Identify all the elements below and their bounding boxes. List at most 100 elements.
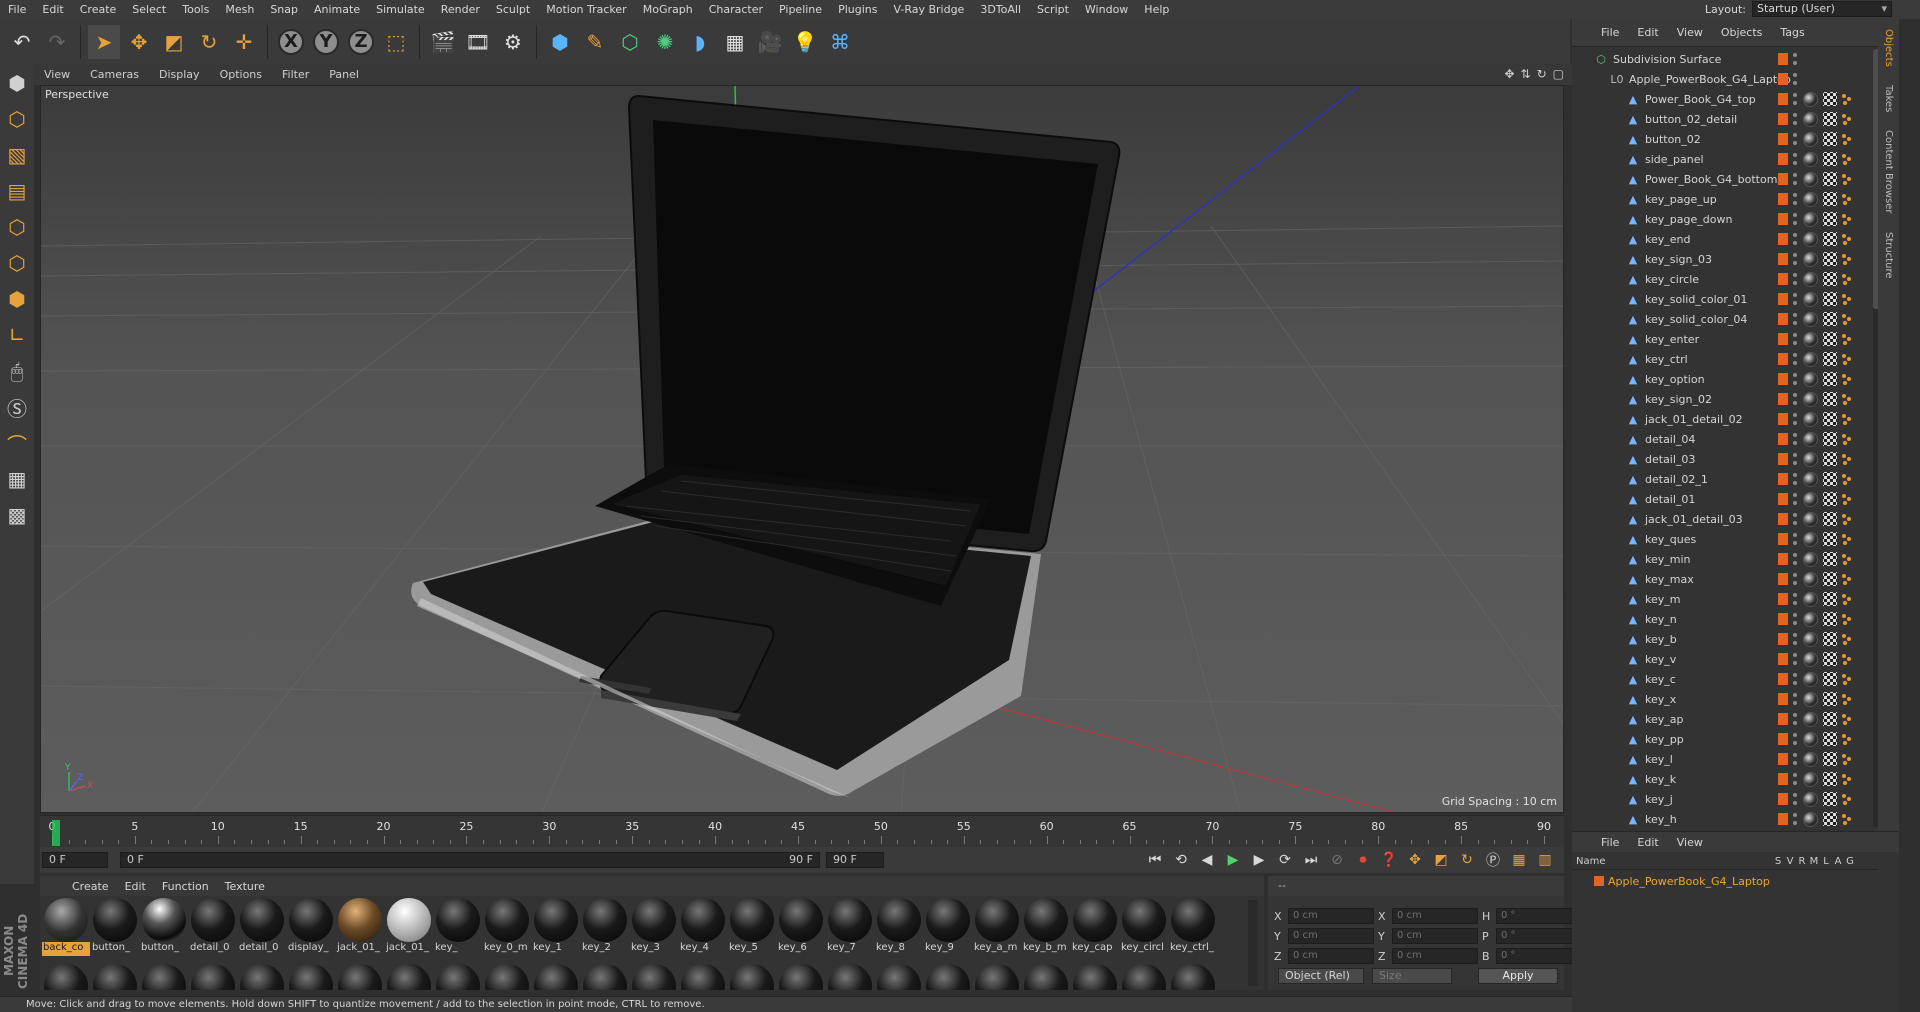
material-swatch[interactable]: key_8 bbox=[875, 898, 923, 958]
material-swatch[interactable] bbox=[189, 964, 237, 990]
material-tag-icon[interactable] bbox=[1803, 311, 1818, 327]
viewport-menu-cameras[interactable]: Cameras bbox=[80, 68, 149, 81]
timeline-ruler[interactable]: 051015202530354045505560657075808590 bbox=[40, 815, 1564, 847]
texture-tag-icon[interactable] bbox=[1823, 512, 1837, 526]
material-tag-icon[interactable] bbox=[1803, 391, 1818, 407]
selection-tag-icon[interactable] bbox=[1842, 333, 1852, 345]
material-menu-function[interactable]: Function bbox=[154, 880, 217, 893]
material-tag-icon[interactable] bbox=[1803, 271, 1818, 287]
rotate-tool-icon[interactable]: ↻ bbox=[193, 25, 225, 59]
preview-range-slider[interactable]: 0 F 90 F bbox=[120, 852, 820, 868]
visibility-dots[interactable] bbox=[1793, 413, 1798, 425]
magnet-icon[interactable]: ⌒ bbox=[2, 428, 32, 458]
visibility-dots[interactable] bbox=[1793, 273, 1798, 285]
tree-item-object[interactable]: ▲ key_sign_02 bbox=[1572, 389, 1899, 409]
texture-tag-icon[interactable] bbox=[1823, 172, 1837, 186]
material-tag-icon[interactable] bbox=[1803, 771, 1818, 787]
menu-mograph[interactable]: MoGraph bbox=[635, 3, 701, 16]
visibility-dots[interactable] bbox=[1793, 733, 1798, 745]
viewport-menu-filter[interactable]: Filter bbox=[272, 68, 319, 81]
python-icon[interactable]: ⌘ bbox=[824, 25, 856, 59]
pan-icon[interactable]: ✥ bbox=[1504, 67, 1514, 81]
menu-character[interactable]: Character bbox=[701, 3, 771, 16]
menu-window[interactable]: Window bbox=[1077, 3, 1136, 16]
texture-tag-icon[interactable] bbox=[1823, 252, 1837, 266]
visibility-dots[interactable] bbox=[1793, 573, 1798, 585]
coordinate-field[interactable]: 0 ° bbox=[1496, 908, 1582, 924]
selection-tag-icon[interactable] bbox=[1842, 633, 1852, 645]
material-tag-icon[interactable] bbox=[1803, 251, 1818, 267]
menu-render[interactable]: Render bbox=[433, 3, 488, 16]
key-parameter-icon[interactable]: Ⓟ bbox=[1480, 849, 1506, 871]
menu-simulate[interactable]: Simulate bbox=[368, 3, 433, 16]
visibility-dots[interactable] bbox=[1793, 253, 1798, 265]
visibility-dots[interactable] bbox=[1793, 353, 1798, 365]
coordinate-field[interactable]: 0 cm bbox=[1392, 928, 1478, 944]
menu-animate[interactable]: Animate bbox=[306, 3, 368, 16]
tree-item-object[interactable]: ▲ key_x bbox=[1572, 689, 1899, 709]
texture-tag-icon[interactable] bbox=[1823, 192, 1837, 206]
selection-tag-icon[interactable] bbox=[1842, 113, 1852, 125]
selection-tag-icon[interactable] bbox=[1842, 393, 1852, 405]
visibility-dots[interactable] bbox=[1793, 673, 1798, 685]
visibility-dots[interactable] bbox=[1793, 633, 1798, 645]
coordinate-field[interactable]: 0 cm bbox=[1288, 928, 1374, 944]
selection-tag-icon[interactable] bbox=[1842, 413, 1852, 425]
selection-tag-icon[interactable] bbox=[1842, 813, 1852, 825]
record-off-icon[interactable]: ⊘ bbox=[1324, 849, 1350, 871]
selection-tag-icon[interactable] bbox=[1842, 693, 1852, 705]
om-menu-edit[interactable]: Edit bbox=[1628, 26, 1667, 39]
texture-tag-icon[interactable] bbox=[1823, 632, 1837, 646]
material-swatch[interactable] bbox=[91, 964, 139, 990]
material-swatch[interactable] bbox=[336, 964, 384, 990]
maximize-view-icon[interactable]: ▢ bbox=[1553, 67, 1564, 81]
selection-tag-icon[interactable] bbox=[1842, 793, 1852, 805]
visibility-dots[interactable] bbox=[1793, 393, 1798, 405]
tree-item-object[interactable]: ▲ key_h bbox=[1572, 809, 1899, 829]
model-mode-icon[interactable]: ⬡ bbox=[2, 104, 32, 134]
texture-tag-icon[interactable] bbox=[1823, 592, 1837, 606]
texture-tag-icon[interactable] bbox=[1823, 412, 1837, 426]
tree-item-object[interactable]: ▲ key_page_down bbox=[1572, 209, 1899, 229]
selection-tag-icon[interactable] bbox=[1842, 773, 1852, 785]
om-menu-tags[interactable]: Tags bbox=[1771, 26, 1813, 39]
material-swatch[interactable]: detail_0 bbox=[189, 898, 237, 958]
selection-tag-icon[interactable] bbox=[1842, 373, 1852, 385]
material-tag-icon[interactable] bbox=[1803, 111, 1818, 127]
texture-tag-icon[interactable] bbox=[1823, 752, 1837, 766]
material-tag-icon[interactable] bbox=[1803, 491, 1818, 507]
menu-mesh[interactable]: Mesh bbox=[217, 3, 262, 16]
render-settings-icon[interactable]: ⚙ bbox=[497, 25, 529, 59]
tree-item-group[interactable]: L0 Apple_PowerBook_G4_Laptop bbox=[1572, 69, 1899, 89]
visibility-dots[interactable] bbox=[1793, 173, 1798, 185]
tree-item-object[interactable]: ▲ key_pp bbox=[1572, 729, 1899, 749]
texture-tag-icon[interactable] bbox=[1823, 772, 1837, 786]
material-tag-icon[interactable] bbox=[1803, 191, 1818, 207]
dock-tab-content-browser[interactable]: Content Browser bbox=[1883, 130, 1894, 213]
select-arrow-icon[interactable]: ➤ bbox=[88, 24, 120, 59]
texture-tag-icon[interactable] bbox=[1823, 692, 1837, 706]
visibility-dots[interactable] bbox=[1793, 73, 1798, 85]
selection-tag-icon[interactable] bbox=[1842, 733, 1852, 745]
material-tag-icon[interactable] bbox=[1803, 451, 1818, 467]
material-swatch[interactable] bbox=[1120, 964, 1168, 990]
menu-plugins[interactable]: Plugins bbox=[830, 3, 885, 16]
tree-item-object[interactable]: ▲ key_m bbox=[1572, 589, 1899, 609]
visibility-dots[interactable] bbox=[1793, 53, 1798, 65]
texture-tag-icon[interactable] bbox=[1823, 432, 1837, 446]
texture-tag-icon[interactable] bbox=[1823, 152, 1837, 166]
visibility-dots[interactable] bbox=[1793, 813, 1798, 825]
timeline-playhead[interactable] bbox=[52, 820, 60, 846]
autokey-icon[interactable]: ❓ bbox=[1376, 849, 1402, 871]
move-tool-icon[interactable]: ✥ bbox=[123, 25, 155, 59]
tree-item-root[interactable]: ⬡ Subdivision Surface bbox=[1572, 49, 1899, 69]
menu-snap[interactable]: Snap bbox=[262, 3, 306, 16]
tree-item-object[interactable]: ▲ key_ap bbox=[1572, 709, 1899, 729]
end-frame-field[interactable]: 90 F bbox=[826, 852, 884, 868]
coordinate-field[interactable]: 0 cm bbox=[1392, 948, 1478, 964]
add-object-icon[interactable]: ✛ bbox=[228, 25, 260, 59]
material-swatch[interactable]: key_cap bbox=[1071, 898, 1119, 958]
coordinate-field[interactable]: 0 cm bbox=[1288, 948, 1374, 964]
material-tag-icon[interactable] bbox=[1803, 511, 1818, 527]
visibility-dots[interactable] bbox=[1793, 213, 1798, 225]
